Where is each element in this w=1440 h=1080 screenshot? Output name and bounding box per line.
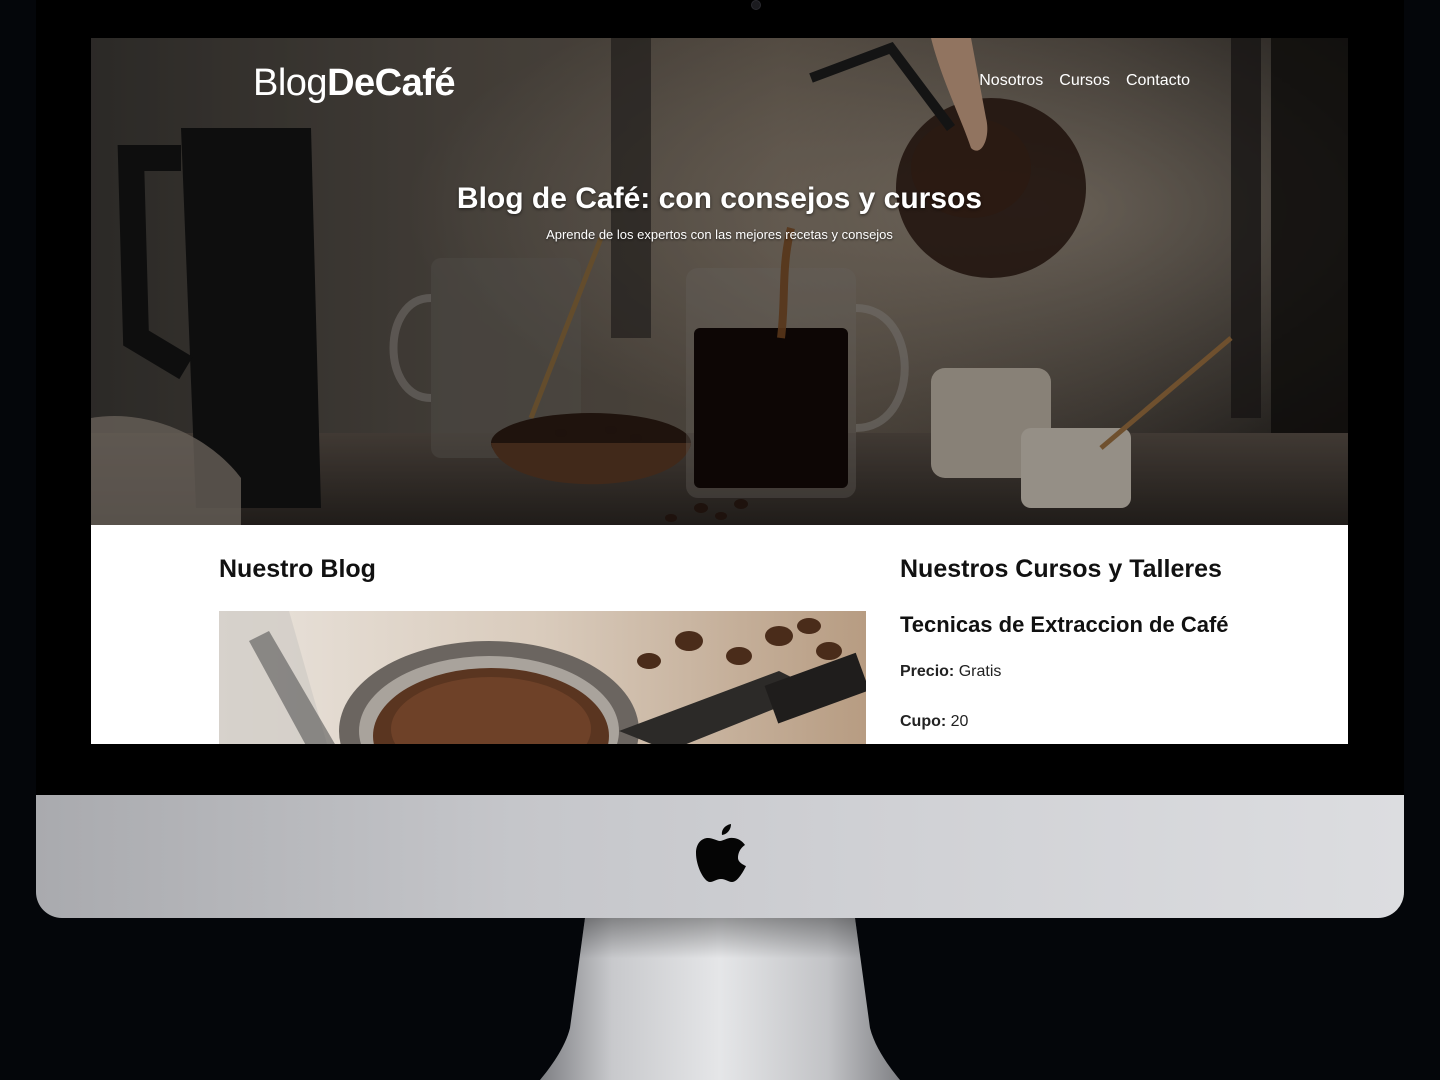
camera-icon: [751, 0, 761, 10]
desktop-mockup: BlogDeCafé Nosotros Cursos Contacto Blog…: [0, 0, 1440, 1080]
portafilter-image: [219, 611, 866, 744]
logo-light-text: Blog: [253, 62, 328, 104]
website-screen: BlogDeCafé Nosotros Cursos Contacto Blog…: [91, 38, 1348, 744]
nav-link-cursos[interactable]: Cursos: [1059, 72, 1110, 90]
site-logo[interactable]: BlogDeCafé: [253, 62, 456, 105]
course-title[interactable]: Tecnicas de Extraccion de Café: [900, 612, 1229, 638]
hero-overlay: [91, 38, 1348, 525]
nav-link-contacto[interactable]: Contacto: [1126, 72, 1190, 90]
main-nav: Nosotros Cursos Contacto: [979, 72, 1190, 90]
nav-link-nosotros[interactable]: Nosotros: [979, 72, 1043, 90]
hero-section: BlogDeCafé Nosotros Cursos Contacto Blog…: [91, 38, 1348, 525]
hero-subtitle: Aprende de los expertos con las mejores …: [546, 227, 893, 242]
course-cupo: Cupo: 20: [900, 713, 968, 731]
hero-title: Blog de Café: con consejos y cursos: [456, 182, 983, 215]
course-price-label: Precio:: [900, 663, 955, 680]
course-price-value: Gratis: [958, 663, 1002, 680]
course-cupo-value: 20: [950, 713, 969, 730]
monitor-stand: [540, 918, 900, 1080]
content-section: Nuestro Blog Nuestros Cursos y Talleres …: [91, 525, 1348, 744]
apple-logo-icon: [696, 824, 746, 882]
course-cupo-label: Cupo:: [900, 713, 947, 730]
logo-bold-text: DeCafé: [327, 62, 456, 104]
courses-heading: Nuestros Cursos y Talleres: [900, 555, 1222, 583]
course-price: Precio: Gratis: [900, 663, 1001, 681]
blog-post-image[interactable]: [219, 611, 866, 744]
blog-heading: Nuestro Blog: [219, 555, 376, 583]
